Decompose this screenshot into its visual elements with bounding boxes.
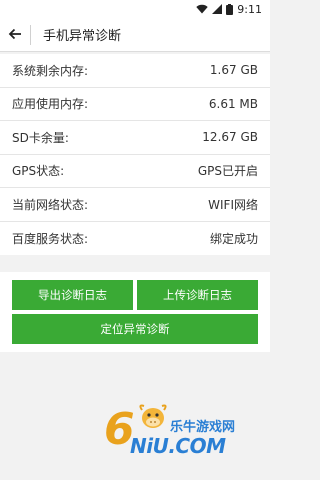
diagnosis-info-list: 系统剩余内存: 1.67 GB 应用使用内存: 6.61 MB SD卡余量: 1… <box>0 54 270 255</box>
watermark-brand-cn: 乐牛游戏网 <box>170 420 236 435</box>
locate-diagnosis-button[interactable]: 定位异常诊断 <box>12 314 258 344</box>
info-label: GPS状态: <box>12 164 65 179</box>
info-row-sd-card: SD卡余量: 12.67 GB <box>0 121 270 155</box>
info-row-gps: GPS状态: GPS已开启 <box>0 155 270 188</box>
status-bar: 9:11 <box>0 0 270 18</box>
title-divider <box>30 24 31 45</box>
info-value: WIFI网络 <box>208 197 258 212</box>
info-label: 当前网络状态: <box>12 197 89 212</box>
watermark-logo: 6 乐牛游戏网 NiU.COM <box>104 396 254 466</box>
status-time: 9:11 <box>237 2 262 16</box>
info-value: 1.67 GB <box>209 63 258 78</box>
info-label: 应用使用内存: <box>12 97 89 112</box>
info-value: 12.67 GB <box>202 130 258 145</box>
action-panel: 导出诊断日志 上传诊断日志 定位异常诊断 <box>0 272 270 352</box>
info-row-app-memory: 应用使用内存: 6.61 MB <box>0 88 270 121</box>
signal-icon <box>212 4 223 14</box>
watermark-brand-en: NiU.COM <box>130 434 226 458</box>
battery-icon <box>226 3 234 15</box>
upload-log-button[interactable]: 上传诊断日志 <box>137 280 258 310</box>
info-row-network: 当前网络状态: WIFI网络 <box>0 188 270 222</box>
info-value: 6.61 MB <box>208 96 258 111</box>
app-bar: 手机异常诊断 <box>0 18 270 52</box>
cow-mascot-icon <box>136 402 170 432</box>
info-label: 系统剩余内存: <box>12 63 89 78</box>
page-title: 手机异常诊断 <box>43 29 122 44</box>
info-value: 绑定成功 <box>209 231 258 246</box>
info-value: GPS已开启 <box>197 164 258 179</box>
back-arrow-icon <box>8 25 22 44</box>
back-button[interactable] <box>0 18 30 52</box>
wifi-icon <box>196 4 208 14</box>
export-log-button[interactable]: 导出诊断日志 <box>12 280 133 310</box>
info-row-baidu-service: 百度服务状态: 绑定成功 <box>0 222 270 256</box>
info-label: SD卡余量: <box>12 130 69 145</box>
info-row-system-memory: 系统剩余内存: 1.67 GB <box>0 54 270 88</box>
info-label: 百度服务状态: <box>12 231 89 246</box>
